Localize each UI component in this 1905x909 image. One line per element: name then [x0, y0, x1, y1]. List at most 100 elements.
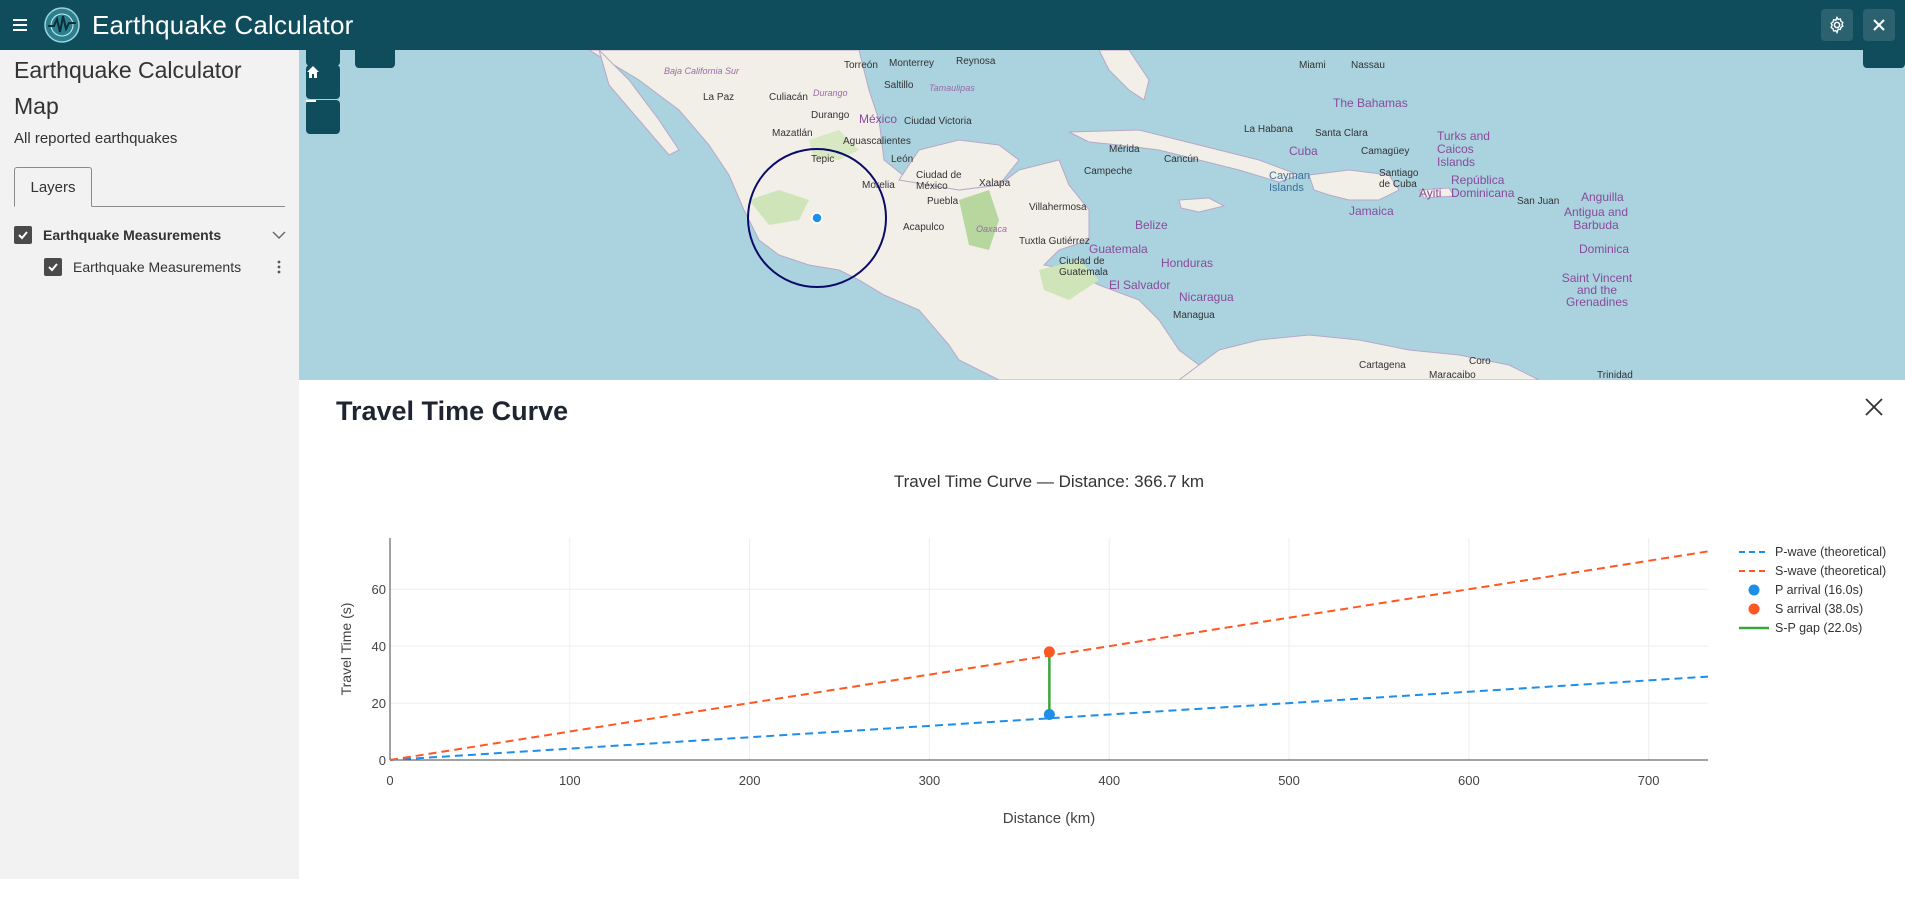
layer-label: Earthquake Measurements — [73, 259, 242, 275]
place-label: Torreón — [844, 60, 878, 71]
y-axis-label: Travel Time (s) — [338, 603, 354, 696]
gear-icon — [1830, 16, 1844, 34]
place-label: Saltillo — [884, 80, 914, 91]
place-label: República Dominicana — [1451, 173, 1515, 200]
settings-button[interactable] — [1821, 9, 1853, 41]
place-label: Guatemala — [1089, 242, 1148, 256]
place-label: Saint Vincent and the Grenadines — [1561, 271, 1633, 309]
sidebar: Earthquake Calculator Map All reported e… — [0, 50, 299, 879]
place-label: Nicaragua — [1179, 290, 1234, 304]
place-label: Miami — [1299, 60, 1326, 71]
check-icon — [48, 263, 58, 272]
chart-title: Travel Time Curve — Distance: 366.7 km — [894, 472, 1204, 491]
legend-swatch — [1748, 603, 1760, 615]
place-label: Cartagena — [1359, 360, 1406, 371]
map-view[interactable]: Torreón Monterrey Reynosa Saltillo Tamau… — [299, 50, 1905, 380]
layer-options-button[interactable] — [271, 259, 287, 275]
x-tick-label: 500 — [1278, 773, 1300, 788]
app-title: Earthquake Calculator — [92, 9, 354, 40]
place-label: Ayiti — [1419, 186, 1442, 200]
place-label: Campeche — [1084, 166, 1133, 177]
place-label: Durango — [813, 88, 848, 98]
app-logo — [44, 7, 80, 43]
map-expand-button[interactable] — [1863, 50, 1905, 68]
place-label: Baja California Sur — [664, 66, 740, 76]
x-tick-label: 0 — [386, 773, 393, 788]
x-tick-label: 600 — [1458, 773, 1480, 788]
place-label: Trinidad — [1597, 370, 1633, 380]
place-label: Managua — [1173, 310, 1215, 321]
place-label: Nassau — [1351, 60, 1385, 71]
place-label: La Paz — [703, 92, 735, 103]
place-label: Acapulco — [903, 222, 945, 233]
place-label: León — [891, 154, 914, 165]
data-point-2 — [1043, 708, 1055, 720]
place-label: Cuba — [1289, 144, 1318, 158]
place-label: Culiacán — [769, 92, 808, 103]
y-tick-label: 20 — [372, 696, 386, 711]
place-label: Antigua and Barbuda — [1563, 205, 1629, 232]
place-label: Reynosa — [956, 56, 996, 67]
chevron-down-icon — [272, 231, 286, 239]
travel-time-chart: Travel Time Curve — Distance: 366.7 km 0 1… — [299, 380, 1905, 879]
place-label: Ciudad de México — [916, 170, 962, 192]
place-label: México — [859, 112, 898, 126]
chart-svg: Travel Time Curve — Distance: 366.7 km 0 1… — [338, 472, 1886, 827]
legend-label: S-P gap (22.0s) — [1775, 621, 1862, 635]
place-label: La Habana — [1244, 124, 1293, 135]
place-label: Tamaulipas — [929, 83, 975, 93]
layer-group-label: Earthquake Measurements — [43, 227, 222, 243]
home-icon — [307, 66, 319, 78]
place-label: Puebla — [927, 196, 959, 207]
sidebar-title: Earthquake Calculator Map — [14, 57, 242, 119]
place-label: Oaxaca — [976, 224, 1008, 234]
place-label: Xalapa — [979, 178, 1011, 189]
place-label: Tepic — [811, 154, 835, 165]
place-label: Jamaica — [1349, 204, 1394, 218]
place-label: Villahermosa — [1029, 202, 1087, 213]
place-label: Morelia — [862, 180, 895, 191]
travel-time-panel: Travel Time Curve Travel Time Curve — Di… — [299, 380, 1905, 879]
expand-toggle[interactable] — [271, 227, 287, 243]
place-label: Coro — [1469, 356, 1491, 367]
legend-label: S arrival (38.0s) — [1775, 602, 1863, 616]
more-vertical-icon — [277, 260, 281, 274]
home-button[interactable] — [306, 65, 340, 99]
sidebar-subtitle: All reported earthquakes — [14, 130, 178, 147]
place-label: Belize — [1135, 218, 1168, 232]
x-axis-label: Distance (km) — [1003, 810, 1096, 827]
place-label: Maracaibo — [1429, 370, 1476, 380]
menu-button[interactable] — [0, 0, 40, 50]
legend-swatch — [1748, 584, 1760, 596]
place-label: Turks and Caicos Islands — [1437, 129, 1490, 169]
place-label: Ciudad Victoria — [904, 116, 972, 127]
zoom-out-button[interactable] — [306, 100, 340, 134]
map-basemap — [588, 50, 1540, 380]
close-app-button[interactable] — [1863, 9, 1895, 41]
place-label: Tuxtla Gutiérrez — [1019, 236, 1090, 247]
tab-layers[interactable]: Layers — [14, 167, 92, 207]
hamburger-icon — [13, 19, 27, 31]
legend-label: S-wave (theoretical) — [1775, 564, 1886, 578]
place-label: Honduras — [1161, 256, 1214, 270]
y-tick-label: 40 — [372, 639, 386, 654]
legend-label: P arrival (16.0s) — [1775, 583, 1863, 597]
place-label: The Bahamas — [1333, 96, 1408, 110]
data-point-3 — [1043, 646, 1055, 658]
place-label: San Juan — [1517, 196, 1560, 207]
place-label: Cancún — [1164, 154, 1199, 165]
zoom-in-button[interactable] — [306, 50, 340, 66]
place-label: Monterrey — [889, 58, 935, 69]
x-tick-label: 100 — [559, 773, 581, 788]
tab-bar: Layers — [14, 167, 285, 207]
legend-label: P-wave (theoretical) — [1775, 545, 1886, 559]
x-tick-label: 300 — [919, 773, 941, 788]
place-label: Aguascalientes — [843, 136, 911, 147]
y-tick-label: 60 — [372, 582, 386, 597]
minus-icon — [306, 100, 316, 102]
place-label: Camagüey — [1361, 146, 1410, 157]
layer-group-checkbox[interactable] — [14, 226, 32, 244]
layer-checkbox[interactable] — [44, 258, 62, 276]
map-tool-button[interactable] — [355, 50, 395, 68]
layer-group-row: Earthquake Measurements — [0, 219, 299, 251]
